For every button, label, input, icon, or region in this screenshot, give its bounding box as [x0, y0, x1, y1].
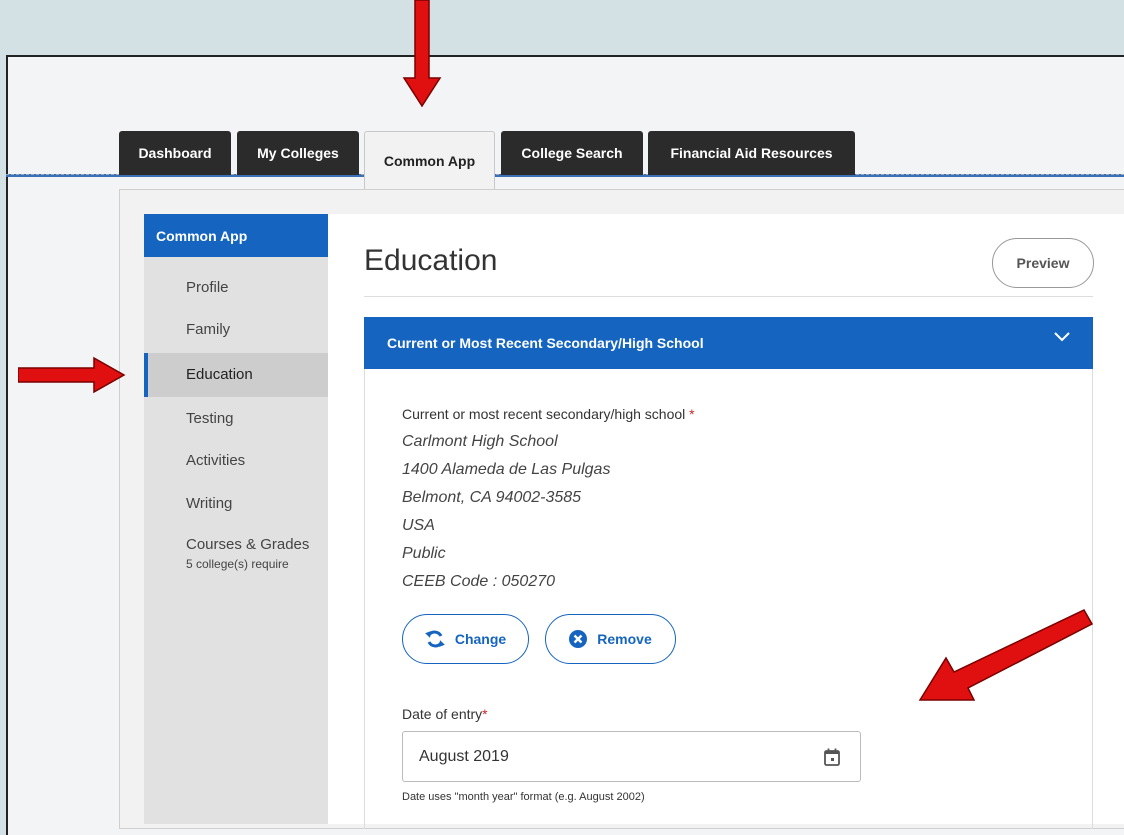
date-of-entry-value: August 2019 [419, 748, 509, 765]
title-divider [364, 296, 1093, 297]
sidebar-item-family[interactable]: Family [186, 321, 230, 338]
preview-button[interactable]: Preview [992, 238, 1094, 288]
sidebar-item-testing[interactable]: Testing [186, 410, 234, 427]
chevron-down-icon[interactable] [1053, 331, 1071, 343]
refresh-icon [424, 630, 445, 648]
sidebar-item-writing[interactable]: Writing [186, 495, 232, 512]
sidebar-item-courses-grades-sublabel: 5 college(s) require [186, 557, 289, 571]
school-label-text: Current or most recent secondary/high sc… [402, 406, 686, 422]
sidebar-header[interactable]: Common App [144, 214, 328, 257]
date-field-label: Date of entry* [402, 706, 488, 722]
sidebar-item-courses-grades[interactable]: Courses & Grades [186, 536, 309, 553]
annotation-arrow-diagonal-icon [918, 609, 1094, 701]
calendar-icon[interactable] [824, 748, 840, 766]
close-circle-icon [569, 630, 588, 648]
change-school-button[interactable]: Change [402, 614, 529, 664]
date-required-asterisk: * [482, 706, 488, 722]
school-street: 1400 Alameda de Las Pulgas [402, 461, 611, 478]
sidebar-active-indicator [144, 353, 148, 397]
annotation-arrow-right-icon [18, 356, 126, 394]
school-field-label: Current or most recent secondary/high sc… [402, 406, 695, 422]
annotation-arrow-down-icon [402, 0, 442, 108]
section-title: Current or Most Recent Secondary/High Sc… [387, 335, 704, 351]
page-title: Education [364, 244, 498, 277]
school-ceeb-code: CEEB Code : 050270 [402, 573, 555, 590]
date-label-text: Date of entry [402, 706, 483, 722]
tab-college-search[interactable]: College Search [501, 131, 643, 175]
required-asterisk: * [689, 406, 695, 422]
school-name: Carlmont High School [402, 433, 558, 450]
sidebar-item-profile[interactable]: Profile [186, 279, 229, 296]
tab-common-app[interactable]: Common App [364, 131, 495, 189]
school-type: Public [402, 545, 446, 562]
section-header-high-school[interactable]: Current or Most Recent Secondary/High Sc… [364, 317, 1093, 369]
remove-school-button[interactable]: Remove [545, 614, 676, 664]
tab-dashboard[interactable]: Dashboard [119, 131, 231, 175]
tab-financial-aid-resources[interactable]: Financial Aid Resources [648, 131, 855, 175]
sidebar [144, 214, 328, 824]
date-of-entry-input[interactable]: August 2019 [402, 731, 861, 782]
date-format-hint: Date uses "month year" format (e.g. Augu… [402, 791, 645, 803]
school-country: USA [402, 517, 435, 534]
remove-label: Remove [597, 631, 652, 647]
school-city-state-zip: Belmont, CA 94002-3585 [402, 489, 582, 506]
tab-my-colleges[interactable]: My Colleges [237, 131, 359, 175]
change-label: Change [454, 631, 507, 647]
sidebar-item-activities[interactable]: Activities [186, 452, 245, 469]
sidebar-item-education[interactable]: Education [186, 366, 253, 383]
